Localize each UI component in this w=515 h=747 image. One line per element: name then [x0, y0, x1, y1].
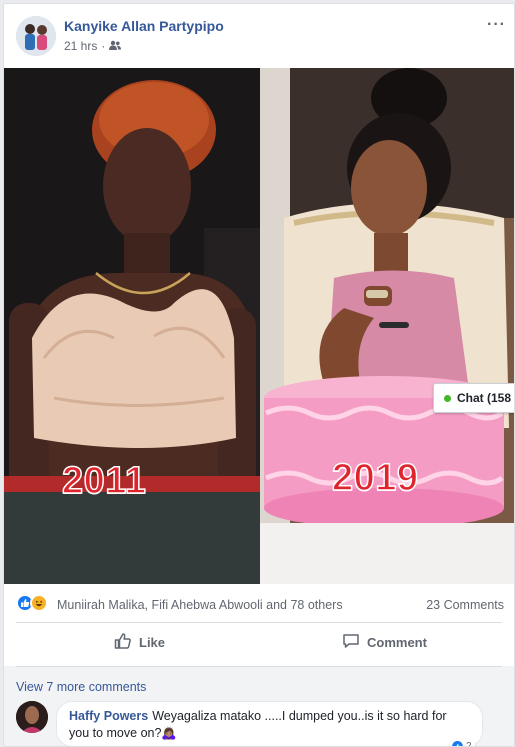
author-name[interactable]: Kanyike Allan Partypipo [64, 18, 224, 34]
comment-label: Comment [367, 635, 427, 650]
like-icon [452, 740, 463, 746]
year-label-left: 2011 [61, 459, 147, 503]
comment-button[interactable]: Comment [342, 632, 427, 653]
haha-icon [30, 594, 48, 612]
reactors-summary[interactable]: Muniirah Malika, Fifi Ahebwa Abwooli and… [57, 598, 343, 612]
commenter-name[interactable]: Haffy Powers [69, 709, 148, 723]
like-button[interactable]: Like [114, 632, 165, 653]
post-header: Kanyike Allan Partypipo 21 hrs · ··· [4, 4, 514, 68]
like-label: Like [139, 635, 166, 650]
post-card: Kanyike Allan Partypipo 21 hrs · ··· 201… [3, 3, 515, 747]
comment-like-count: 2 [466, 740, 472, 747]
comment-likes[interactable]: 2 [449, 739, 475, 747]
more-options-icon[interactable]: ··· [487, 16, 506, 34]
post-photo[interactable]: 2011 2019 [4, 68, 514, 584]
chat-label: Chat (158 [457, 391, 512, 405]
friends-icon[interactable] [109, 39, 122, 53]
chat-button[interactable]: Chat (158 [433, 383, 514, 413]
online-status-icon [444, 394, 451, 402]
comments-section: View 7 more comments Haffy Powers Weyagal… [4, 666, 514, 747]
commenter-avatar[interactable] [16, 701, 48, 733]
view-more-comments-link[interactable]: View 7 more comments [16, 680, 146, 694]
post-meta: 21 hrs · [64, 39, 122, 53]
thumbs-up-icon [114, 632, 132, 653]
post-actions: Like Comment [4, 623, 514, 665]
reactions-bar: Muniirah Malika, Fifi Ahebwa Abwooli and… [4, 586, 514, 620]
comment-emoji: 🙇🏽‍♀️ [161, 726, 177, 740]
year-label-right: 2019 [331, 456, 419, 500]
post-time[interactable]: 21 hrs [64, 39, 97, 53]
comment-bubble: Haffy Powers Weyagaliza matako .....I dum… [56, 701, 483, 746]
comments-count[interactable]: 23 Comments [426, 598, 504, 612]
author-avatar[interactable] [16, 16, 56, 56]
divider [16, 666, 502, 667]
comment-icon [342, 632, 360, 653]
reaction-icons[interactable] [16, 594, 48, 612]
